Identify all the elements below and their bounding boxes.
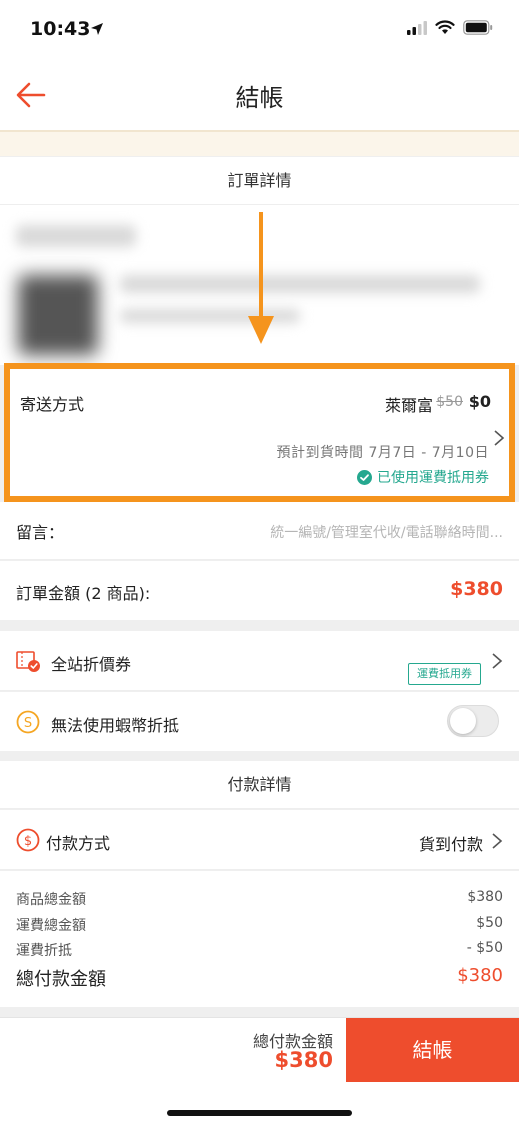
shipping-carrier: 萊爾富 <box>384 396 433 415</box>
message-input[interactable]: 統一編號/管理室代收/電話聯絡時間... <box>270 522 503 542</box>
nav-bar: 結帳 <box>0 62 519 130</box>
voucher-note-text: 已使用運費抵用券 <box>377 470 489 486</box>
svg-text:$: $ <box>24 834 32 849</box>
orange-arrow-icon <box>248 212 274 344</box>
address-stripe <box>0 130 519 156</box>
message-row[interactable]: 留言： 統一編號/管理室代收/電話聯絡時間... <box>0 502 519 560</box>
summary-label: 運費總金額 <box>16 918 86 934</box>
svg-text:S: S <box>24 716 32 731</box>
coin-icon: S <box>16 710 40 734</box>
battery-icon <box>463 20 493 35</box>
message-label: 留言： <box>16 523 65 542</box>
page-title: 結帳 <box>235 84 284 112</box>
summary-value: $50 <box>476 915 503 931</box>
blurred-shop-name <box>16 225 136 247</box>
checkout-bar: 總付款金額 $380 結帳 <box>0 1017 519 1125</box>
grand-total-value: $380 <box>457 965 503 986</box>
coin-label: 無法使用蝦幣折抵 <box>51 716 180 735</box>
payment-details-header: 付款詳情 <box>0 761 519 809</box>
status-indicators <box>407 20 493 35</box>
voucher-label: 全站折價券 <box>51 655 132 674</box>
order-total-row: 訂單金額 (2 商品): $380 <box>0 561 519 620</box>
blurred-product-image <box>18 275 98 355</box>
summary-value: $380 <box>467 889 503 905</box>
voucher-ticket-icon <box>16 651 40 672</box>
toggle-knob <box>450 708 476 734</box>
status-bar: 10:43 <box>0 0 519 62</box>
check-circle-icon <box>357 469 372 485</box>
grand-total-label: 總付款金額 <box>16 969 106 990</box>
blurred-product-title <box>120 275 480 293</box>
shipping-label: 寄送方式 <box>20 395 85 414</box>
location-arrow-icon <box>91 23 103 35</box>
chevron-right-icon <box>494 430 505 446</box>
shipping-voucher-note: 已使用運費抵用券 <box>357 467 489 487</box>
bottom-total-amount: $380 <box>274 1048 333 1072</box>
chevron-right-icon <box>492 833 503 849</box>
coin-toggle[interactable] <box>447 705 499 737</box>
payment-method-label: 付款方式 <box>46 834 111 853</box>
home-indicator[interactable] <box>167 1110 352 1116</box>
payment-method-row[interactable]: $ 付款方式 貨到付款 <box>0 810 519 870</box>
summary-value: - $50 <box>466 940 503 956</box>
shipping-original-fee: $50 <box>436 394 463 410</box>
dollar-circle-icon: $ <box>16 828 40 852</box>
payment-summary: 商品總金額 $380 運費總金額 $50 運費折抵 - $50 總付款金額 $3… <box>0 871 519 1007</box>
wifi-icon <box>435 20 455 34</box>
coin-row: S 無法使用蝦幣折抵 <box>0 692 519 751</box>
status-time: 10:43 <box>30 18 91 40</box>
summary-label: 運費折抵 <box>16 943 72 959</box>
shipping-eta: 預計到貨時間 7月7日 - 7月10日 <box>276 445 489 461</box>
order-total-label: 訂單金額 (2 商品): <box>16 584 151 603</box>
chevron-right-icon <box>492 653 503 669</box>
signal-icon <box>407 20 427 35</box>
shipping-fee: $0 <box>468 392 491 411</box>
shipping-method-row[interactable]: 寄送方式 萊爾富 $50 $0 預計到貨時間 7月7日 - 7月10日 已使用運… <box>4 363 515 502</box>
shipping-voucher-tag: 運費抵用券 <box>408 663 481 685</box>
order-details-header: 訂單詳情 <box>0 157 519 205</box>
summary-label: 商品總金額 <box>16 892 86 908</box>
checkout-button[interactable]: 結帳 <box>346 1018 519 1082</box>
order-total-value: $380 <box>450 578 503 600</box>
payment-method-value: 貨到付款 <box>418 835 483 854</box>
